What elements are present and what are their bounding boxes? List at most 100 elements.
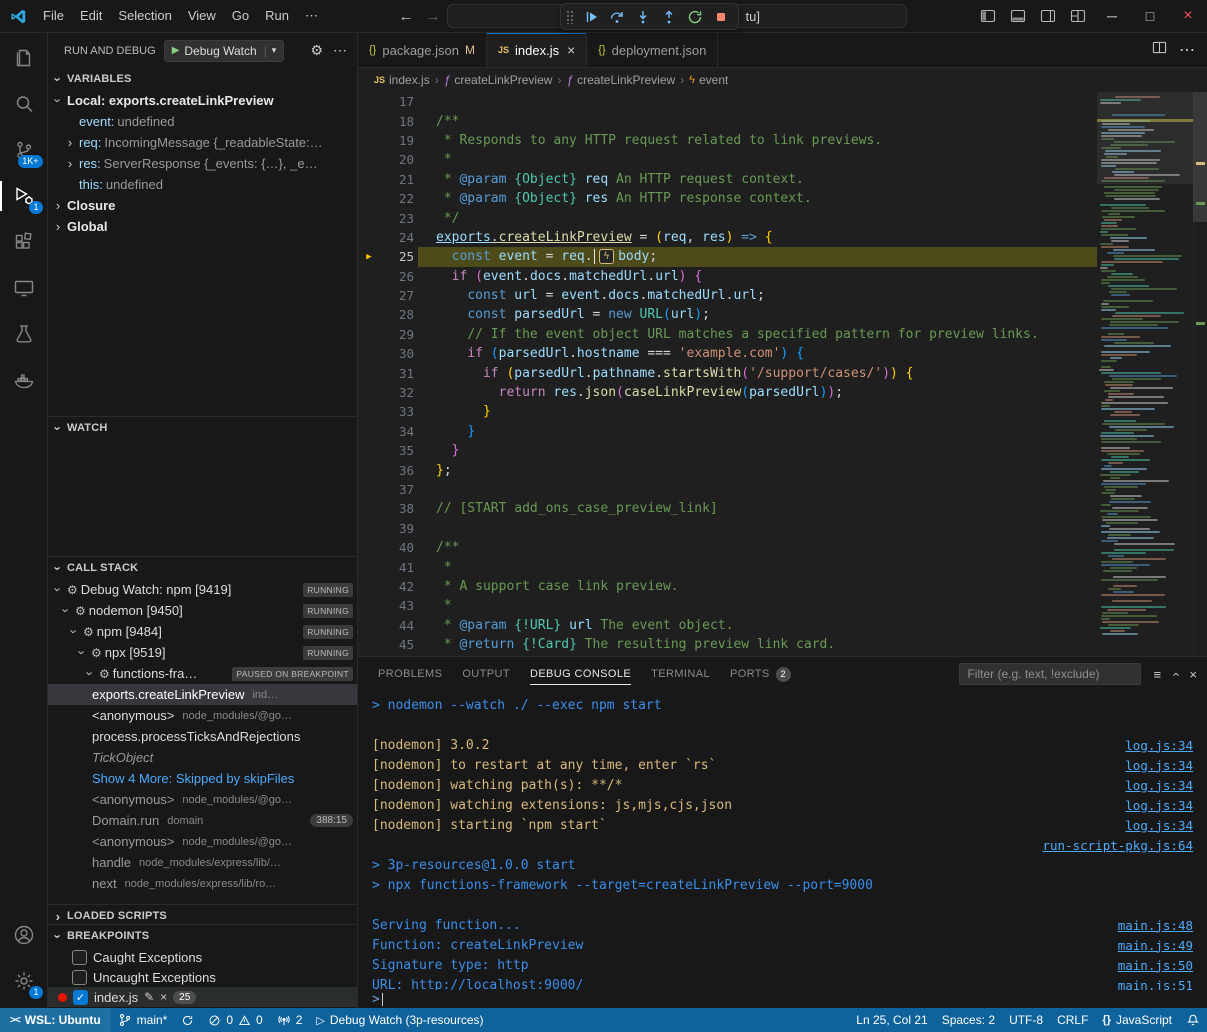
- menu-item-go[interactable]: Go: [224, 4, 257, 28]
- tab-deployment.json[interactable]: {}deployment.json: [587, 33, 718, 67]
- stack-frame[interactable]: <anonymous>node_modules/@go…: [48, 831, 357, 852]
- accounts-icon[interactable]: [0, 912, 48, 958]
- code-line[interactable]: 41 *: [358, 557, 1097, 576]
- source-link[interactable]: main.js:48: [1118, 918, 1193, 933]
- console-line[interactable]: [nodemon] to restart at any time, enter …: [372, 755, 1193, 775]
- sync-button[interactable]: [174, 1008, 201, 1032]
- maximize-panel-icon[interactable]: ›: [1173, 667, 1177, 682]
- variable-row[interactable]: ›res:ServerResponse {_events: {…}, _e…: [48, 153, 357, 174]
- maximize-button[interactable]: □: [1131, 0, 1169, 32]
- toggle-sidebar-icon[interactable]: [973, 0, 1003, 32]
- docker-icon[interactable]: [0, 357, 48, 403]
- code-line[interactable]: 39: [358, 519, 1097, 538]
- breakpoints-header[interactable]: › BREAKPOINTS: [48, 925, 357, 947]
- chevron-down-icon[interactable]: ▾: [272, 45, 277, 56]
- debug-console-input[interactable]: >: [358, 990, 1207, 1008]
- menu-item-view[interactable]: View: [180, 4, 224, 28]
- source-control-icon[interactable]: 1K+: [0, 127, 48, 173]
- panel-tab-ports[interactable]: PORTS2: [720, 657, 801, 691]
- nav-back-icon[interactable]: ←: [399, 8, 414, 25]
- code-line[interactable]: 26 if (event.docs.matchedUrl.url) {: [358, 267, 1097, 286]
- continue-button[interactable]: [579, 6, 603, 28]
- breadcrumb-item[interactable]: ƒcreateLinkPreview: [566, 73, 675, 87]
- console-line[interactable]: > 3p-resources@1.0.0 start: [372, 855, 1193, 875]
- nav-forward-icon[interactable]: →: [426, 8, 441, 25]
- panel-tab-debug-console[interactable]: DEBUG CONSOLE: [520, 657, 641, 691]
- source-link[interactable]: log.js:34: [1125, 818, 1193, 833]
- console-line[interactable]: URL: http://localhost:9000/main.js:51: [372, 975, 1193, 990]
- console-line[interactable]: Signature type: httpmain.js:50: [372, 955, 1193, 975]
- settings-gear-icon[interactable]: 1: [0, 958, 48, 1004]
- console-line[interactable]: [nodemon] 3.0.2log.js:34: [372, 735, 1193, 755]
- code-line[interactable]: 22 * @param {Object} res An HTTP respons…: [358, 189, 1097, 208]
- code-line[interactable]: 30 if (parsedUrl.hostname === 'example.c…: [358, 344, 1097, 363]
- breadcrumb-item[interactable]: ϟevent: [689, 73, 728, 87]
- close-tab-icon[interactable]: ×: [567, 42, 575, 58]
- code-line[interactable]: 21 * @param {Object} req An HTTP request…: [358, 170, 1097, 189]
- code-line[interactable]: 32 return res.json(caseLinkPreview(parse…: [358, 383, 1097, 402]
- start-debug-icon[interactable]: ▶: [172, 45, 180, 56]
- breakpoint-checkbox[interactable]: [72, 970, 87, 985]
- command-center[interactable]: tu]: [447, 4, 907, 28]
- forwarded-ports-indicator[interactable]: 2: [270, 1008, 310, 1032]
- twisty-icon[interactable]: ›: [67, 626, 82, 638]
- source-link[interactable]: run-script-pkg.js:64: [1042, 838, 1193, 853]
- menu-item-run[interactable]: Run: [257, 4, 297, 28]
- breakpoint-checkbox[interactable]: ✓: [73, 990, 88, 1005]
- stack-frame[interactable]: ›⚙functions-fra…PAUSED ON BREAKPOINT: [48, 663, 357, 684]
- twisty-icon[interactable]: ›: [64, 156, 76, 171]
- more-actions-icon[interactable]: ⋯: [1179, 40, 1195, 60]
- run-and-debug-icon[interactable]: 1: [0, 173, 48, 219]
- watch-header[interactable]: › WATCH: [48, 417, 357, 439]
- toolbar-grip-icon[interactable]: [566, 10, 574, 24]
- stack-frame[interactable]: TickObject: [48, 747, 357, 768]
- restart-button[interactable]: [683, 6, 707, 28]
- source-link[interactable]: main.js:50: [1118, 958, 1193, 973]
- problems-indicator[interactable]: 0 0: [201, 1008, 269, 1032]
- breakpoint-row[interactable]: Caught Exceptions: [48, 947, 357, 967]
- panel-tab-output[interactable]: OUTPUT: [452, 657, 520, 691]
- breakpoint-checkbox[interactable]: [72, 950, 87, 965]
- source-link[interactable]: main.js:51: [1118, 978, 1193, 991]
- source-link[interactable]: log.js:34: [1125, 758, 1193, 773]
- code-line[interactable]: 29 // If the event object URL matches a …: [358, 325, 1097, 344]
- stack-frame[interactable]: Show 4 More: Skipped by skipFiles: [48, 768, 357, 789]
- explorer-icon[interactable]: [0, 35, 48, 81]
- console-line[interactable]: [372, 715, 1193, 735]
- code-line[interactable]: 23 */: [358, 208, 1097, 227]
- source-link[interactable]: log.js:34: [1125, 778, 1193, 793]
- code-editor[interactable]: 1718/**19 * Responds to any HTTP request…: [358, 92, 1207, 656]
- code-line[interactable]: ▶25 const event = req.ϟbody;: [358, 247, 1097, 266]
- tab-package.json[interactable]: {}package.jsonM: [358, 33, 487, 67]
- customize-layout-icon[interactable]: [1063, 0, 1093, 32]
- toggle-panel-icon[interactable]: [1003, 0, 1033, 32]
- tab-index.js[interactable]: JSindex.js×: [487, 33, 587, 67]
- more-actions-icon[interactable]: ⋯: [333, 42, 347, 59]
- cursor-position[interactable]: Ln 25, Col 21: [849, 1008, 934, 1032]
- code-line[interactable]: 35 }: [358, 441, 1097, 460]
- stop-button[interactable]: [709, 6, 733, 28]
- menu-item-file[interactable]: File: [35, 4, 72, 28]
- extensions-icon[interactable]: [0, 219, 48, 265]
- variable-row[interactable]: ›Closure: [48, 195, 357, 216]
- code-line[interactable]: 36};: [358, 460, 1097, 479]
- console-line[interactable]: Function: createLinkPreviewmain.js:49: [372, 935, 1193, 955]
- menu-item-⋯[interactable]: ⋯: [297, 4, 326, 28]
- notifications-bell[interactable]: [1179, 1008, 1207, 1032]
- stack-frame[interactable]: <anonymous>node_modules/@go…: [48, 789, 357, 810]
- debug-status[interactable]: ▷ Debug Watch (3p-resources): [309, 1008, 490, 1032]
- twisty-icon[interactable]: ›: [51, 584, 66, 596]
- remote-explorer-icon[interactable]: [0, 265, 48, 311]
- search-icon[interactable]: [0, 81, 48, 127]
- call-stack-header[interactable]: › CALL STACK: [48, 557, 357, 579]
- code-line[interactable]: 46 */: [358, 654, 1097, 656]
- split-editor-icon[interactable]: [1152, 40, 1167, 60]
- stack-frame[interactable]: ›⚙nodemon [9450]RUNNING: [48, 600, 357, 621]
- step-out-button[interactable]: [657, 6, 681, 28]
- twisty-icon[interactable]: ›: [59, 605, 74, 617]
- code-line[interactable]: 42 * A support case link preview.: [358, 577, 1097, 596]
- variables-header[interactable]: › VARIABLES: [48, 68, 357, 90]
- twisty-icon[interactable]: ›: [52, 198, 64, 213]
- remove-breakpoint-icon[interactable]: ×: [160, 990, 167, 1004]
- code-line[interactable]: 27 const url = event.docs.matchedUrl.url…: [358, 286, 1097, 305]
